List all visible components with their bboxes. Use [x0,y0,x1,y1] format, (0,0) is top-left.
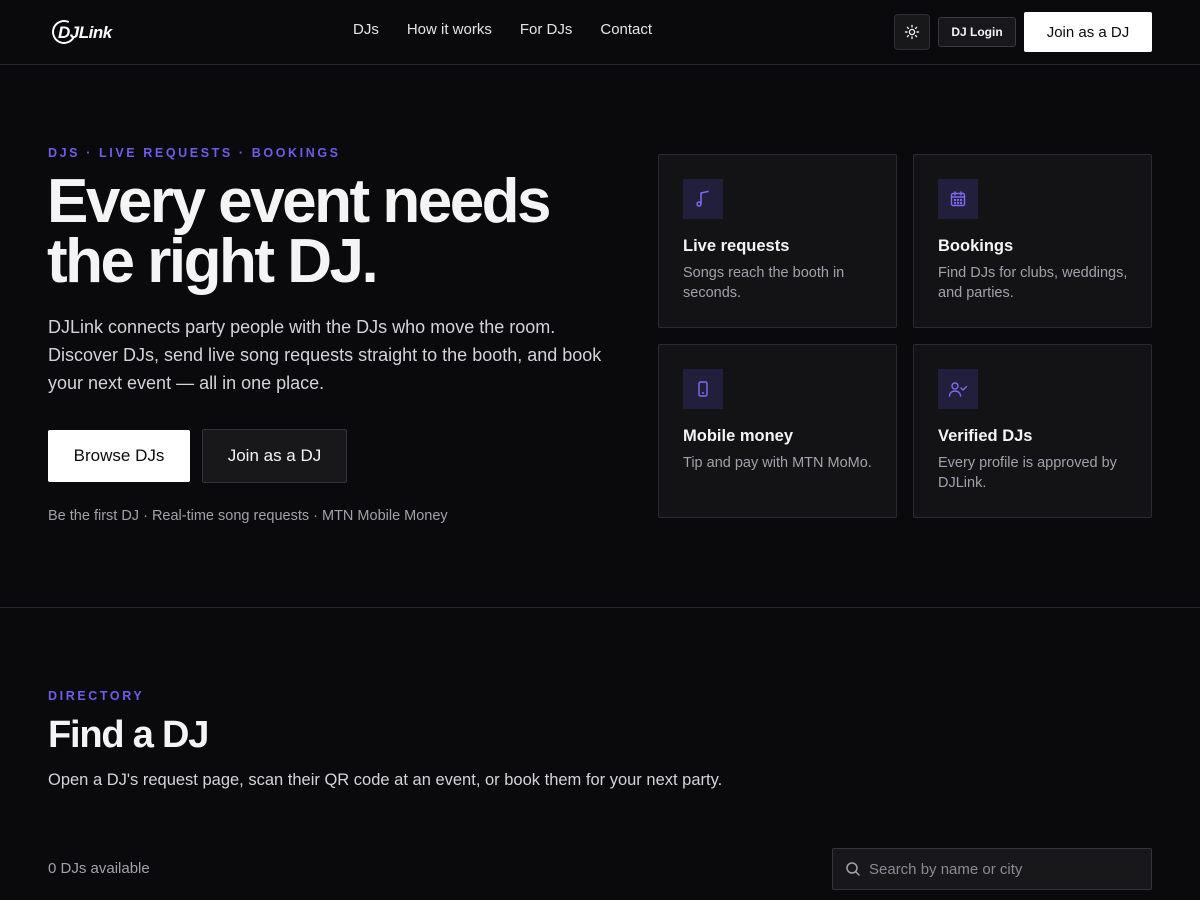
search-icon [846,862,860,876]
browse-djs-button[interactable]: Browse DJs [48,430,190,482]
directory-eyebrow: DIRECTORY [48,689,145,703]
feature-card-mobile-money: Mobile money Tip and pay with MTN MoMo. [658,344,897,518]
user-check-icon [948,382,968,397]
theme-toggle-button[interactable] [894,14,930,50]
dj-count: 0 DJs available [48,860,150,877]
feature-description: Songs reach the booth in seconds. [683,265,845,301]
feature-card-bookings: Bookings Find DJs for clubs, weddings, a… [913,154,1152,328]
hero-title: Every event needs the right DJ. [47,167,552,296]
dj-login-button[interactable]: DJ Login [938,17,1016,47]
directory-description: Open a DJ's request page, scan their QR … [48,771,723,789]
feature-title: Mobile money [683,427,794,445]
hero-meta: Be the first DJ · Real-time song request… [48,508,448,524]
nav-djs[interactable]: DJs [353,21,379,38]
main-nav: DJs How it works For DJs Contact [353,21,652,38]
feature-description: Find DJs for clubs, weddings, and partie… [938,265,1128,301]
hero-description: DJLink connects party people with the DJ… [48,317,602,393]
feature-card-live-requests: Live requests Songs reach the booth in s… [658,154,897,328]
join-dj-hero-button[interactable]: Join as a DJ [202,429,347,483]
phone-icon [698,381,708,397]
feature-card-verified-djs: Verified DJs Every profile is approved b… [913,344,1152,518]
feature-title: Verified DJs [938,427,1033,445]
hero-eyebrow: DJS · LIVE REQUESTS · BOOKINGS [48,146,341,160]
join-dj-header-button[interactable]: Join as a DJ [1024,12,1152,52]
feature-title: Bookings [938,237,1014,255]
search-box[interactable] [832,848,1152,890]
logo[interactable]: DJLink [48,16,112,48]
feature-title: Live requests [683,237,790,255]
feature-description: Every profile is approved by DJLink. [938,455,1117,491]
section-divider [0,607,1200,608]
music-note-icon [696,190,709,207]
sun-icon [904,24,920,40]
feature-description: Tip and pay with MTN MoMo. [683,455,872,471]
nav-contact[interactable]: Contact [600,21,652,38]
nav-for-djs[interactable]: For DJs [520,21,573,38]
site-header: DJLink DJs How it works For DJs Contact … [0,0,1200,65]
directory-title: Find a DJ [48,714,209,756]
nav-how-it-works[interactable]: How it works [407,21,492,38]
logo-text: DJLink [58,23,112,42]
search-input[interactable] [869,849,1147,889]
calendar-icon [950,191,966,207]
